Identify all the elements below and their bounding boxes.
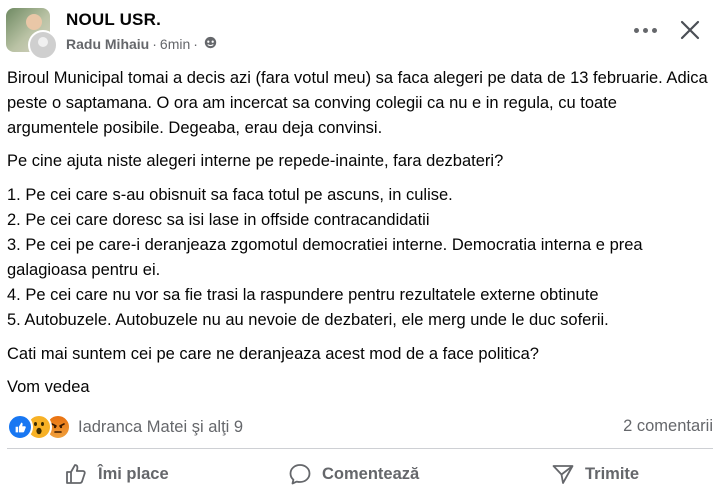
globe-icon[interactable] xyxy=(204,36,217,52)
group-name[interactable]: NOUL USR. xyxy=(66,10,161,30)
more-icon-dot xyxy=(633,27,639,33)
comment-icon xyxy=(289,464,311,485)
post-paragraph: Biroul Municipal tomai a decis azi (fara… xyxy=(7,69,708,137)
share-label: Trimite xyxy=(585,464,640,483)
list-item: 1. Pe cei care s-au obisnuit sa faca tot… xyxy=(7,186,453,204)
post-meta: Radu Mihaiu · 6min · xyxy=(66,36,217,52)
post-question: Cati mai suntem cei pe care ne deranjeaz… xyxy=(7,345,539,363)
comment-button[interactable]: Comentează xyxy=(288,455,419,493)
avatar[interactable] xyxy=(6,8,58,60)
post-body: Biroul Municipal tomai a decis azi (fara… xyxy=(7,66,713,400)
close-icon xyxy=(680,20,700,40)
meta-separator: · xyxy=(152,36,157,52)
meta-separator-2: · xyxy=(193,36,198,52)
reactions-summary[interactable]: Iadranca Matei şi alţi 9 xyxy=(7,414,243,440)
reactors-text[interactable]: Iadranca Matei şi alţi 9 xyxy=(78,418,243,437)
close-button[interactable] xyxy=(678,18,702,42)
like-icon xyxy=(7,414,33,440)
like-label: Îmi place xyxy=(98,464,169,483)
action-bar: Îmi place Comentează Trimite xyxy=(0,455,723,493)
divider xyxy=(7,448,713,449)
more-options-button[interactable] xyxy=(630,18,660,42)
post-header: NOUL USR. Radu Mihaiu · 6min · xyxy=(0,0,723,64)
comments-count[interactable]: 2 comentarii xyxy=(623,417,713,436)
more-icon-dot xyxy=(642,27,648,33)
list-item: 4. Pe cei care nu vor sa fie trasi la ra… xyxy=(7,286,599,304)
author-name[interactable]: Radu Mihaiu xyxy=(66,36,149,52)
like-icon xyxy=(66,464,86,484)
share-button[interactable]: Trimite xyxy=(551,455,639,493)
post-closing: Vom vedea xyxy=(7,378,90,396)
post-paragraph: Pe cine ajuta niste alegeri interne pe r… xyxy=(7,152,504,170)
list-item: 2. Pe cei care doresc sa isi lase in off… xyxy=(7,211,430,229)
list-item: 3. Pe cei pe care-i deranjeaza zgomotul … xyxy=(7,236,643,279)
like-button[interactable]: Îmi place xyxy=(64,455,169,493)
more-icon-dot xyxy=(651,27,657,33)
post-list: 1. Pe cei care s-au obisnuit sa faca tot… xyxy=(7,183,713,333)
list-item: 5. Autobuzele. Autobuzele nu au nevoie d… xyxy=(7,311,609,329)
share-icon xyxy=(552,465,574,484)
comment-label: Comentează xyxy=(322,464,420,483)
post-time[interactable]: 6min xyxy=(160,36,190,52)
author-avatar[interactable] xyxy=(28,30,58,60)
